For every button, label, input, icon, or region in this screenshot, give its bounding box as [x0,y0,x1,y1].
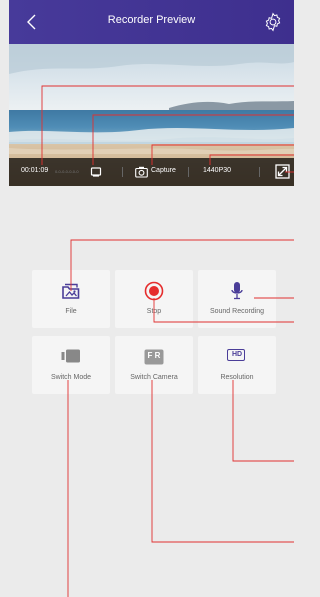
divider [122,167,123,177]
stop-label: Stop [146,308,162,315]
gear-icon[interactable] [262,11,284,33]
divider [188,167,189,177]
resolution-indicator[interactable]: 1440P30 [203,167,231,174]
stop-button[interactable]: Stop [115,270,193,328]
folder-image-icon [62,283,80,299]
sound-recording-button[interactable]: Sound Recording [198,270,276,328]
page-title: Recorder Preview [107,14,196,26]
capture-button[interactable]: Capture [151,167,176,174]
hd-badge-text: HD [231,351,243,358]
switch-mode-button[interactable]: Switch Mode [32,336,110,394]
camera-badge-text: F R [147,351,161,360]
faded-text: 0-0-0-0-0-0-0 [55,169,79,174]
microphone-icon [231,282,243,300]
resolution-label: Resolution [220,374,254,381]
divider [259,167,260,177]
sound-recording-label: Sound Recording [209,308,265,315]
switch-camera-button[interactable]: F R Switch Camera [115,336,193,394]
switch-mode-label: Switch Mode [50,374,92,381]
file-label: File [65,308,77,315]
fullscreen-icon[interactable] [275,164,290,179]
recording-time: 00:01:09 [21,167,49,174]
stop-record-icon [144,281,164,301]
switch-camera-label: Switch Camera [130,374,178,381]
sd-card-icon [90,167,102,177]
app-header: Recorder Preview [9,0,294,44]
video-mode-icon [61,349,80,363]
recording-status-bar: 00:01:09 0-0-0-0-0-0-0 Capture 1440P30 [9,158,294,186]
resolution-button[interactable]: HD Resolution [198,336,276,394]
file-button[interactable]: File [32,270,110,328]
camera-icon[interactable] [135,166,148,178]
